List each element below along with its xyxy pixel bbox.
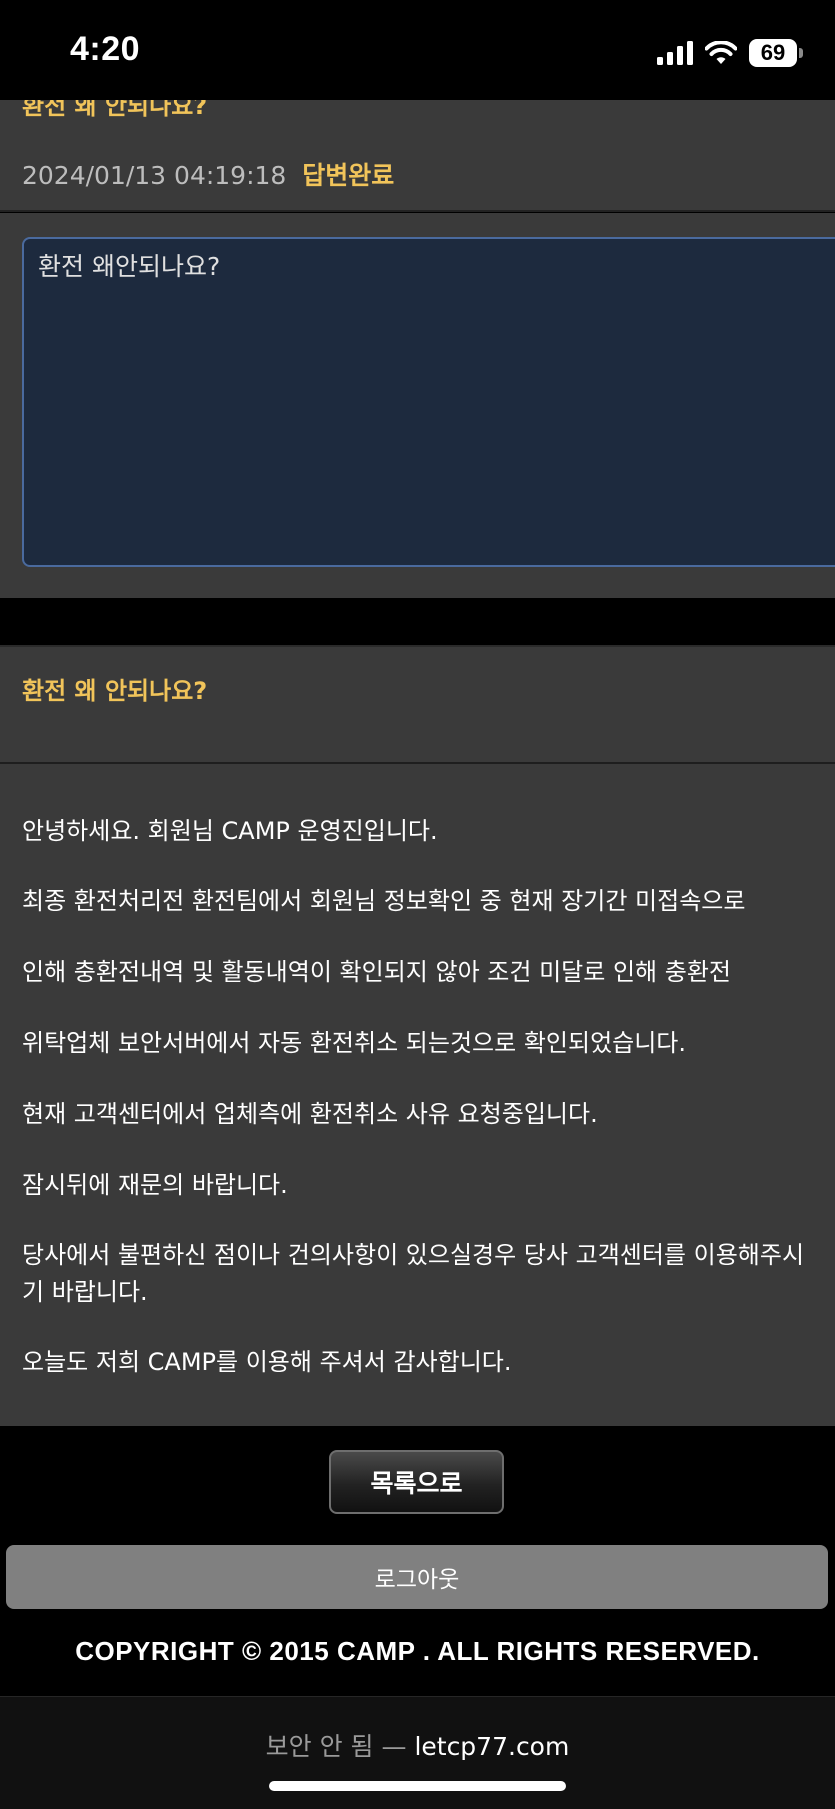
status-icons: 69 <box>657 38 803 68</box>
answer-title: 환전 왜 안되나요? <box>22 677 208 705</box>
question-header: 환전 왜 안되나요? 2024/01/13 04:19:18 답변완료 <box>0 100 835 212</box>
answer-line: 인해 충환전내역 및 활동내역이 확인되지 않아 조건 미달로 인해 충환전 <box>22 958 731 986</box>
question-meta: 2024/01/13 04:19:18 답변완료 <box>22 156 394 192</box>
copyright-text: COPYRIGHT © 2015 CAMP . ALL RIGHTS RESER… <box>75 1636 760 1666</box>
question-title: 환전 왜 안되나요? <box>22 100 208 120</box>
status-time: 4:20 <box>70 30 141 68</box>
answer-line: 최종 환전처리전 환전팀에서 회원님 정보확인 중 현재 장기간 미접속으로 <box>22 887 746 915</box>
wifi-icon <box>705 41 737 64</box>
answer-line: 현재 고객센터에서 업체측에 환전취소 사유 요청중입니다. <box>22 1100 598 1128</box>
answer-line: 안녕하세요. 회원님 CAMP 운영진입니다. <box>22 817 438 845</box>
answer-line: 잠시뒤에 재문의 바랍니다. <box>22 1171 288 1199</box>
url-text[interactable]: 보안 안 됨 — letcp77.com <box>0 1727 835 1763</box>
answer-line: 위탁업체 보안서버에서 자동 환전취소 되는것으로 확인되었습니다. <box>22 1029 687 1057</box>
answer-status-badge: 답변완료 <box>302 161 395 190</box>
logout-button[interactable]: 로그아웃 <box>6 1545 828 1609</box>
question-content-textarea[interactable]: 환전 왜안되나요? <box>22 237 835 567</box>
url-host: letcp77.com <box>414 1732 570 1761</box>
status-bar: 4:20 69 <box>0 0 835 100</box>
answer-line: 오늘도 저희 CAMP를 이용해 주셔서 감사합니다. <box>22 1348 512 1376</box>
browser-url-bar[interactable]: 보안 안 됨 — letcp77.com <box>0 1696 835 1809</box>
answer-header: 환전 왜 안되나요? <box>0 645 835 764</box>
signal-icon <box>657 41 693 65</box>
answer-line: 당사에서 불편하신 점이나 건의사항이 있으실경우 당사 고객센터를 이용해주시… <box>22 1241 805 1306</box>
home-indicator[interactable] <box>269 1781 566 1791</box>
battery-icon: 69 <box>749 39 803 67</box>
question-body: 환전 왜안되나요? <box>0 213 835 598</box>
insecure-label: 보안 안 됨 — <box>265 1732 407 1761</box>
question-datetime: 2024/01/13 04:19:18 <box>22 161 287 190</box>
back-to-list-button[interactable]: 목록으로 <box>329 1450 504 1514</box>
answer-body: 안녕하세요. 회원님 CAMP 운영진입니다. 최종 환전처리전 환전팀에서 회… <box>0 764 835 1426</box>
